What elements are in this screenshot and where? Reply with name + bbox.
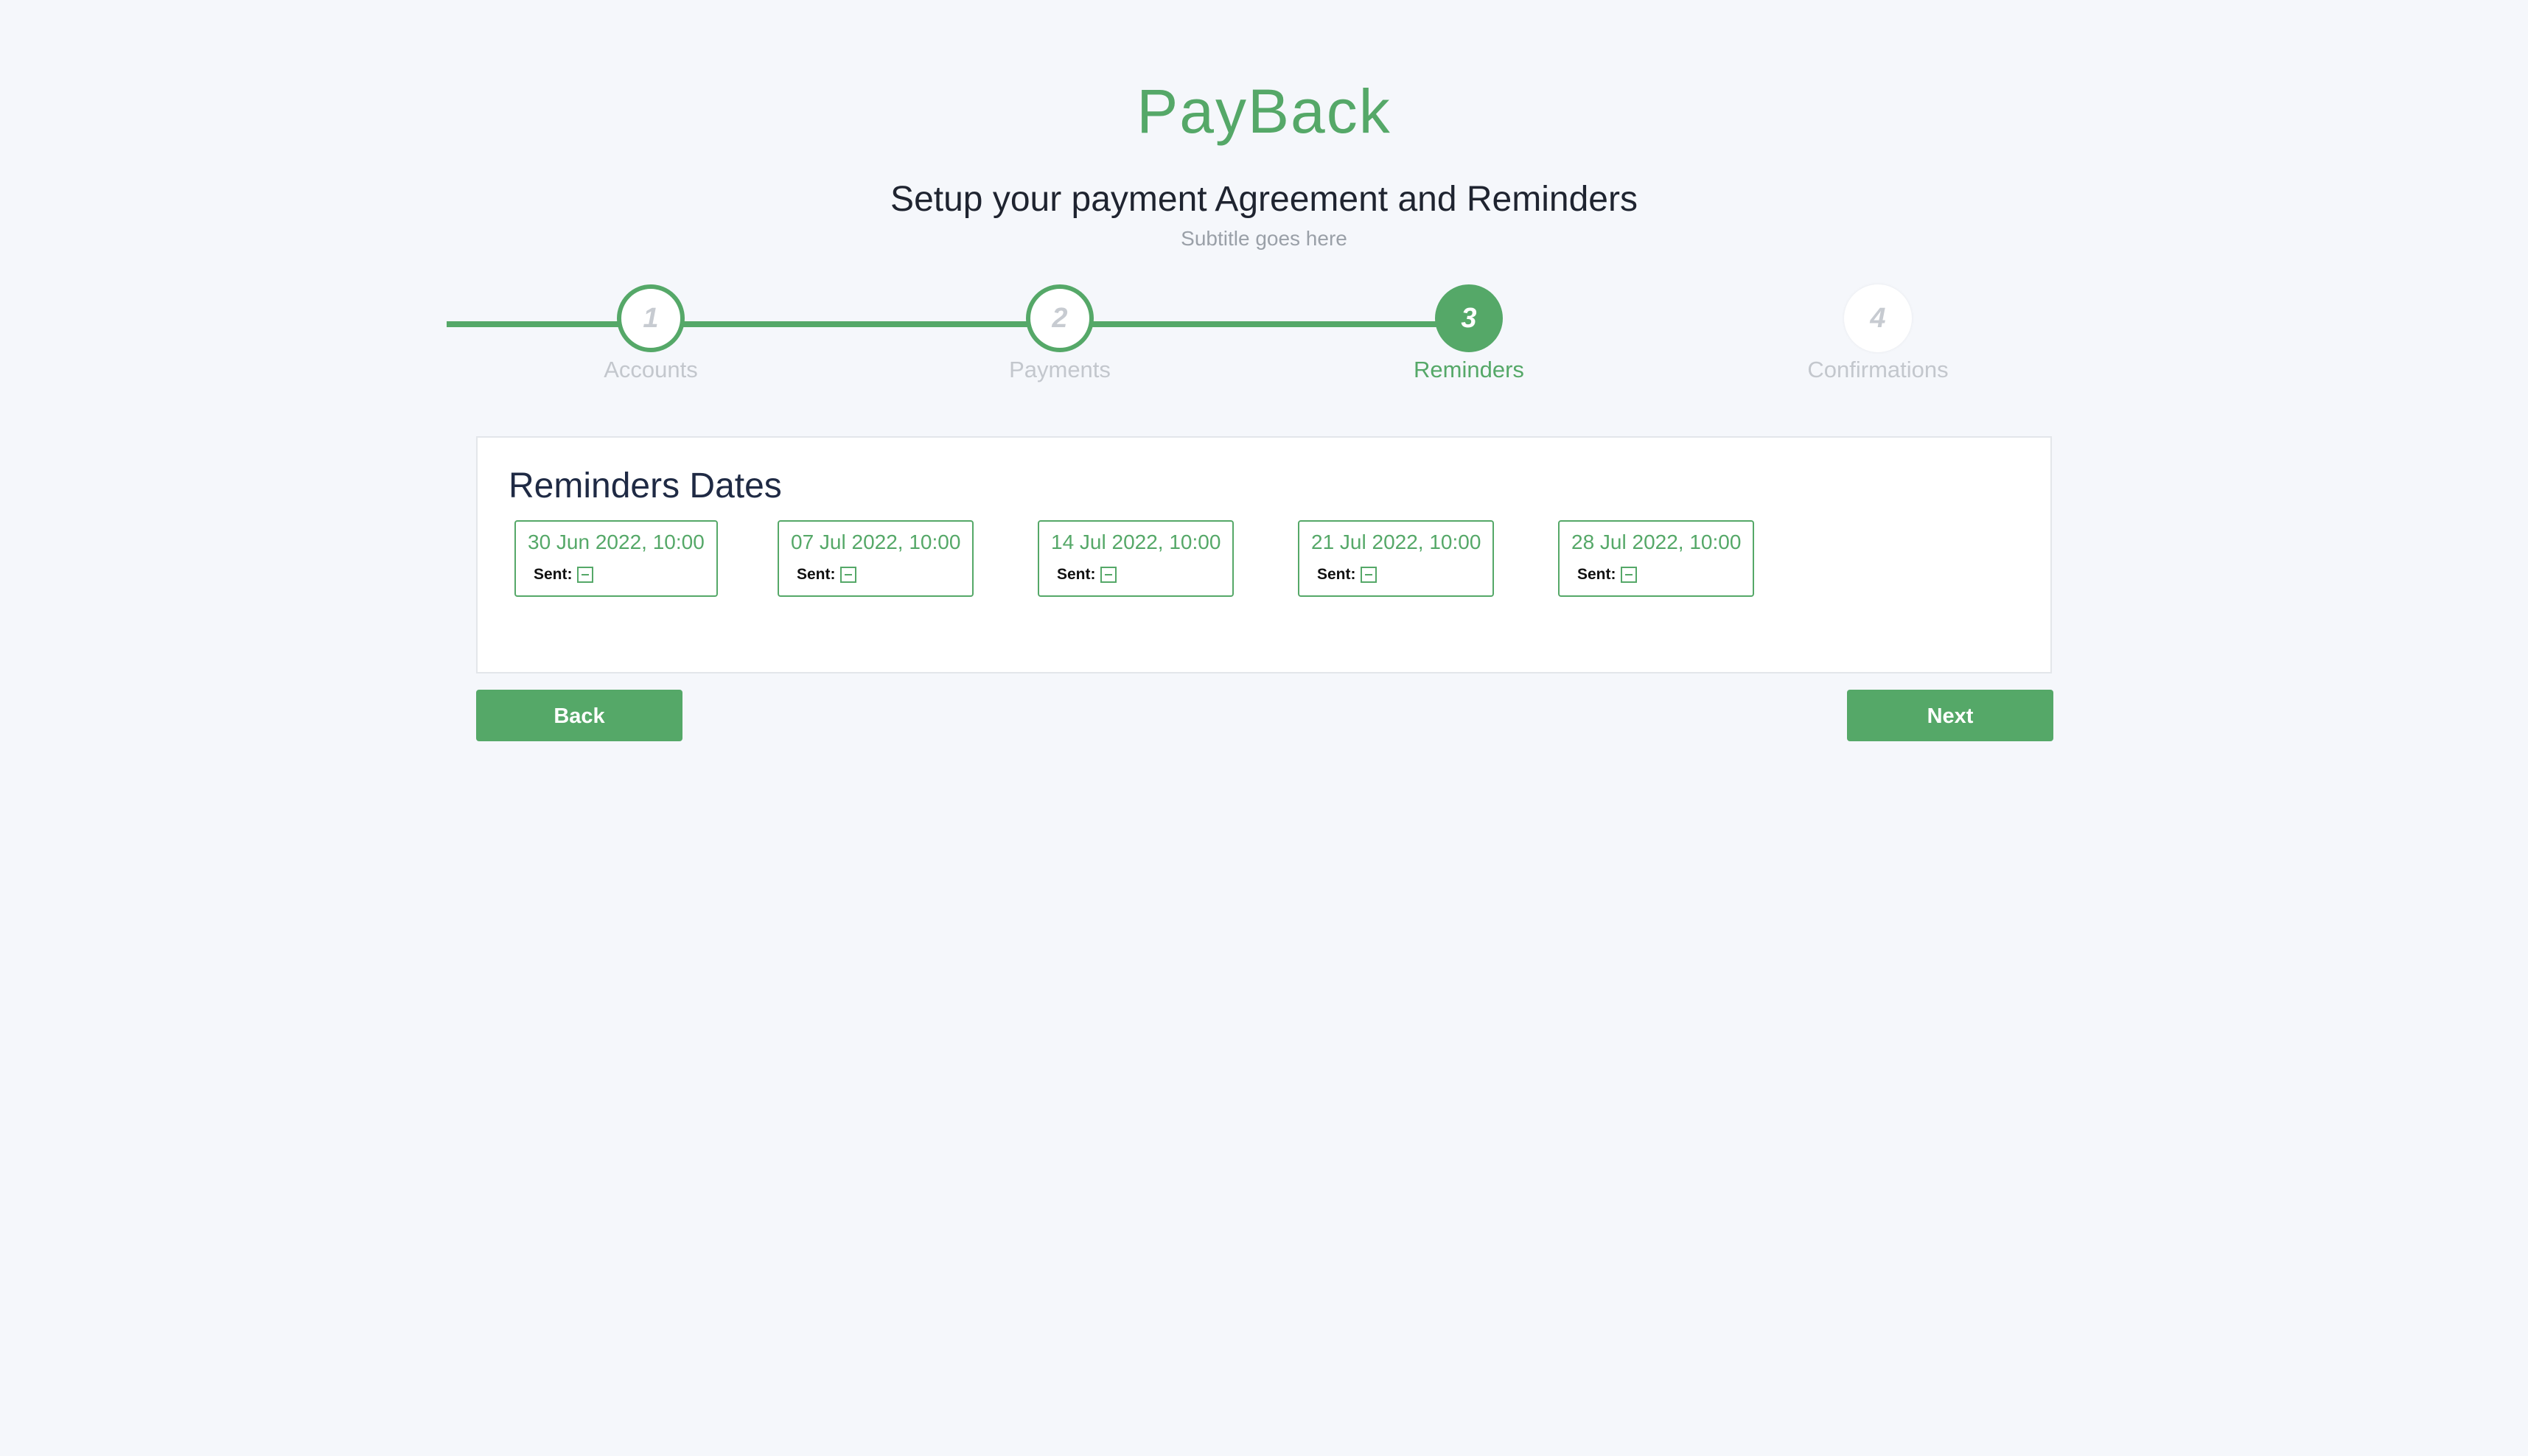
reminder-item: 28 Jul 2022, 10:00 Sent: [1558,520,1754,597]
sent-checkbox[interactable] [1100,567,1117,583]
reminder-date: 21 Jul 2022, 10:00 [1311,531,1481,553]
step-label-confirmations: Confirmations [1807,357,1949,382]
reminder-item: 14 Jul 2022, 10:00 Sent: [1038,520,1234,597]
page-title: Setup your payment Agreement and Reminde… [890,180,1638,219]
next-button[interactable]: Next [1847,690,2053,741]
step-accounts[interactable]: 1 Accounts [540,284,761,385]
reminder-sent-row: Sent: [534,564,593,585]
page-subtitle: Subtitle goes here [1181,227,1347,250]
page: PayBack Setup your payment Agreement and… [0,0,2528,1456]
reminder-item: 30 Jun 2022, 10:00 Sent: [514,520,718,597]
reminder-date: 07 Jul 2022, 10:00 [791,531,961,553]
step-payments[interactable]: 2 Payments [949,284,1170,385]
progress-stepper: 1 Accounts 2 Payments 3 Reminders 4 Conf… [447,284,2081,402]
sent-label: Sent: [1057,566,1096,583]
sent-label: Sent: [797,566,836,583]
reminder-sent-row: Sent: [1317,564,1377,585]
reminder-sent-row: Sent: [1577,564,1637,585]
sent-label: Sent: [534,566,573,583]
reminder-sent-row: Sent: [1057,564,1117,585]
step-label-payments: Payments [1009,357,1111,382]
back-button[interactable]: Back [476,690,682,741]
reminder-date: 30 Jun 2022, 10:00 [528,531,705,553]
reminder-date: 14 Jul 2022, 10:00 [1051,531,1221,553]
sent-checkbox[interactable] [576,567,593,583]
reminder-item: 07 Jul 2022, 10:00 Sent: [778,520,974,597]
step-label-accounts: Accounts [604,357,698,382]
sent-checkbox[interactable] [1620,567,1637,583]
step-circle-1: 1 [617,284,685,352]
step-circle-2: 2 [1026,284,1094,352]
step-circle-3: 3 [1435,284,1503,352]
sent-checkbox[interactable] [839,567,856,583]
sent-label: Sent: [1577,566,1616,583]
reminder-item: 21 Jul 2022, 10:00 Sent: [1298,520,1494,597]
reminders-title: Reminders Dates [509,466,782,505]
reminder-sent-row: Sent: [797,564,856,585]
step-reminders[interactable]: 3 Reminders [1358,284,1579,385]
reminder-date: 28 Jul 2022, 10:00 [1571,531,1742,553]
step-label-reminders: Reminders [1414,357,1524,382]
step-confirmations[interactable]: 4 Confirmations [1767,284,1988,385]
step-circle-4: 4 [1844,284,1912,352]
brand-logo: PayBack [1136,77,1392,146]
sent-checkbox[interactable] [1360,567,1377,583]
sent-label: Sent: [1317,566,1356,583]
reminders-card: Reminders Dates 30 Jun 2022, 10:00 Sent:… [476,436,2052,673]
